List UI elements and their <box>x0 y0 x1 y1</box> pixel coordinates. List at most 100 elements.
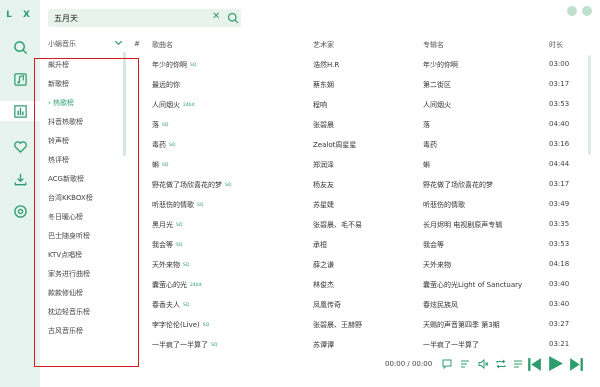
song-album: 天外来物 <box>423 261 451 269</box>
close-icon[interactable] <box>581 5 593 17</box>
song-album: 听悲伤的情歌 <box>423 201 465 209</box>
song-artist: 张碧晨 <box>313 121 334 129</box>
source-select[interactable]: 小蜗音乐 <box>48 38 124 50</box>
song-name: 蝌 SQ <box>152 161 169 169</box>
quality-badge: SQ <box>176 242 183 248</box>
bar-chart-icon <box>13 104 27 118</box>
song-duration: 03:16 <box>549 140 570 148</box>
search-icon[interactable] <box>227 12 239 24</box>
song-artist: 张碧晨、王赫野 <box>313 321 362 329</box>
table-row[interactable]: 黑月光 SQ 张碧晨、毛不易 长月烬明 电视剧原声专辑 03:35 <box>148 215 588 235</box>
song-name: 听悲伤的情歌 SQ <box>152 201 204 209</box>
quality-badge: 24bit <box>183 102 195 108</box>
chevron-down-icon <box>114 40 123 46</box>
lyric-icon[interactable] <box>459 358 471 370</box>
nav-song-list[interactable] <box>10 69 30 89</box>
song-album: 囊萤心的光Light of Sanctuary <box>423 281 523 289</box>
repeat-icon[interactable] <box>495 358 507 370</box>
minimize-icon[interactable] <box>566 5 578 17</box>
table-row[interactable]: 蝌 SQ 郑润泽 蝌 04:44 <box>148 155 588 175</box>
column-header-album: 专辑名 <box>423 41 444 49</box>
table-row[interactable]: 我会等 SQ 承桓 我会等 03:53 <box>148 235 588 255</box>
song-artist: 蔡东娴 <box>313 81 334 89</box>
song-name: 年少的你啊 SQ <box>152 61 197 69</box>
song-duration: 03:21 <box>549 340 570 348</box>
song-album: 第二街区 <box>423 81 451 89</box>
table-row[interactable]: 孛字伦伦(Live) SQ 张碧晨、王赫野 天赐的声音第四季 第3期 03:27 <box>148 315 588 335</box>
nav-settings[interactable] <box>10 201 30 221</box>
clear-icon[interactable]: ✕ <box>212 11 220 22</box>
song-duration: 03:00 <box>549 60 570 68</box>
playback-time: 00:00 / 00:00 <box>385 360 433 368</box>
song-name: 我会等 SQ <box>152 241 183 249</box>
next-icon[interactable] <box>568 356 585 373</box>
quality-badge: SQ <box>202 322 210 328</box>
column-header-duration: 时长 <box>549 41 563 49</box>
quality-badge: SQ <box>197 202 204 208</box>
nav-search[interactable] <box>10 37 30 57</box>
song-duration: 03:49 <box>549 200 570 208</box>
song-album: 一半疯了一半算了 <box>423 341 479 349</box>
song-duration: 03:40 <box>549 280 570 288</box>
search-input[interactable]: 五月天 <box>54 13 78 24</box>
song-album: 人间烟火 <box>423 101 451 109</box>
quality-badge: SQ <box>169 142 176 148</box>
table-row[interactable]: 天外来物 SQ 薛之谦 天外来物 04:18 <box>148 255 588 275</box>
table-row[interactable]: 人间烟火 24bit 程响 人间烟火 03:53 <box>148 95 588 115</box>
column-header-number: # <box>134 40 140 48</box>
annotation-highlight-box <box>34 58 139 367</box>
quality-badge: SQ <box>225 182 232 188</box>
song-album: 天赐的声音第四季 第3期 <box>423 321 500 329</box>
table-row[interactable]: 囊萤心的光 24bit 林俊杰 囊萤心的光Light of Sanctuary 0… <box>148 275 588 295</box>
song-album: 毒药 <box>423 141 437 149</box>
song-artist: 苏谭谭 <box>313 341 334 349</box>
search-box[interactable]: 五月天 ✕ <box>48 9 241 27</box>
song-artist: 程响 <box>313 101 327 109</box>
song-duration: 03:17 <box>549 80 570 88</box>
column-header-artist: 艺术家 <box>313 41 334 49</box>
song-name: 黑月光 SQ <box>152 221 183 229</box>
table-row[interactable]: 落 SQ 张碧晨 落 04:40 <box>148 115 588 135</box>
song-artist: 浩然H.R <box>313 61 340 69</box>
song-duration: 04:44 <box>549 160 570 168</box>
song-album: 落 <box>423 121 430 129</box>
table-row[interactable]: 一半疯了一半算了 SQ 苏谭谭 一半疯了一半算了 03:21 <box>148 335 588 355</box>
previous-icon[interactable] <box>526 356 543 373</box>
table-row[interactable]: 春香夫人 SQ 凤凰传奇 春炫民族风 03:40 <box>148 295 588 315</box>
table-row[interactable]: 最远的你 蔡东娴 第二街区 03:17 <box>148 75 588 95</box>
song-artist: 凤凰传奇 <box>313 301 341 309</box>
song-album: 我会等 <box>423 241 444 249</box>
quality-badge: SQ <box>183 302 190 308</box>
mute-icon[interactable] <box>477 358 489 370</box>
table-row[interactable]: 野花做了场欣喜花的梦 SQ 杨友友 野花做了场欣喜花的梦 03:17 <box>148 175 588 195</box>
song-artist: 承桓 <box>313 241 327 249</box>
search-icon <box>13 40 27 54</box>
playlist-icon[interactable] <box>512 358 524 370</box>
song-name: 一半疯了一半算了 SQ <box>152 341 218 349</box>
nav-favorites[interactable] <box>10 136 30 156</box>
app-logo: L X <box>6 10 34 20</box>
song-album: 长月烬明 电视剧原声专辑 <box>423 221 503 229</box>
quality-badge: SQ <box>190 62 197 68</box>
nav-download[interactable] <box>10 169 30 189</box>
song-duration: 04:18 <box>549 260 570 268</box>
source-label: 小蜗音乐 <box>48 40 76 48</box>
settings-icon <box>13 204 27 218</box>
play-icon[interactable] <box>547 355 564 372</box>
quality-badge: SQ <box>211 342 218 348</box>
song-name: 毒药 SQ <box>152 141 176 149</box>
song-album: 野花做了场欣喜花的梦 <box>423 181 493 189</box>
table-row[interactable]: 毒药 SQ Zealot周星星 毒药 03:16 <box>148 135 588 155</box>
song-artist: 杨友友 <box>313 181 334 189</box>
song-duration: 03:27 <box>549 320 570 328</box>
song-name: 囊萤心的光 24bit <box>152 281 202 289</box>
table-row[interactable]: 年少的你啊 SQ 浩然H.R 年少的你啊 03:00 <box>148 55 588 75</box>
table-row[interactable]: 听悲伤的情歌 SQ 苏星婕 听悲伤的情歌 03:49 <box>148 195 588 215</box>
comment-icon[interactable] <box>441 358 453 370</box>
song-name: 孛字伦伦(Live) SQ <box>152 321 210 329</box>
quality-badge: SQ <box>183 262 190 268</box>
song-name: 落 SQ <box>152 121 169 129</box>
song-duration: 04:40 <box>549 120 570 128</box>
download-icon <box>14 173 26 185</box>
table-scrollbar[interactable] <box>588 55 591 155</box>
